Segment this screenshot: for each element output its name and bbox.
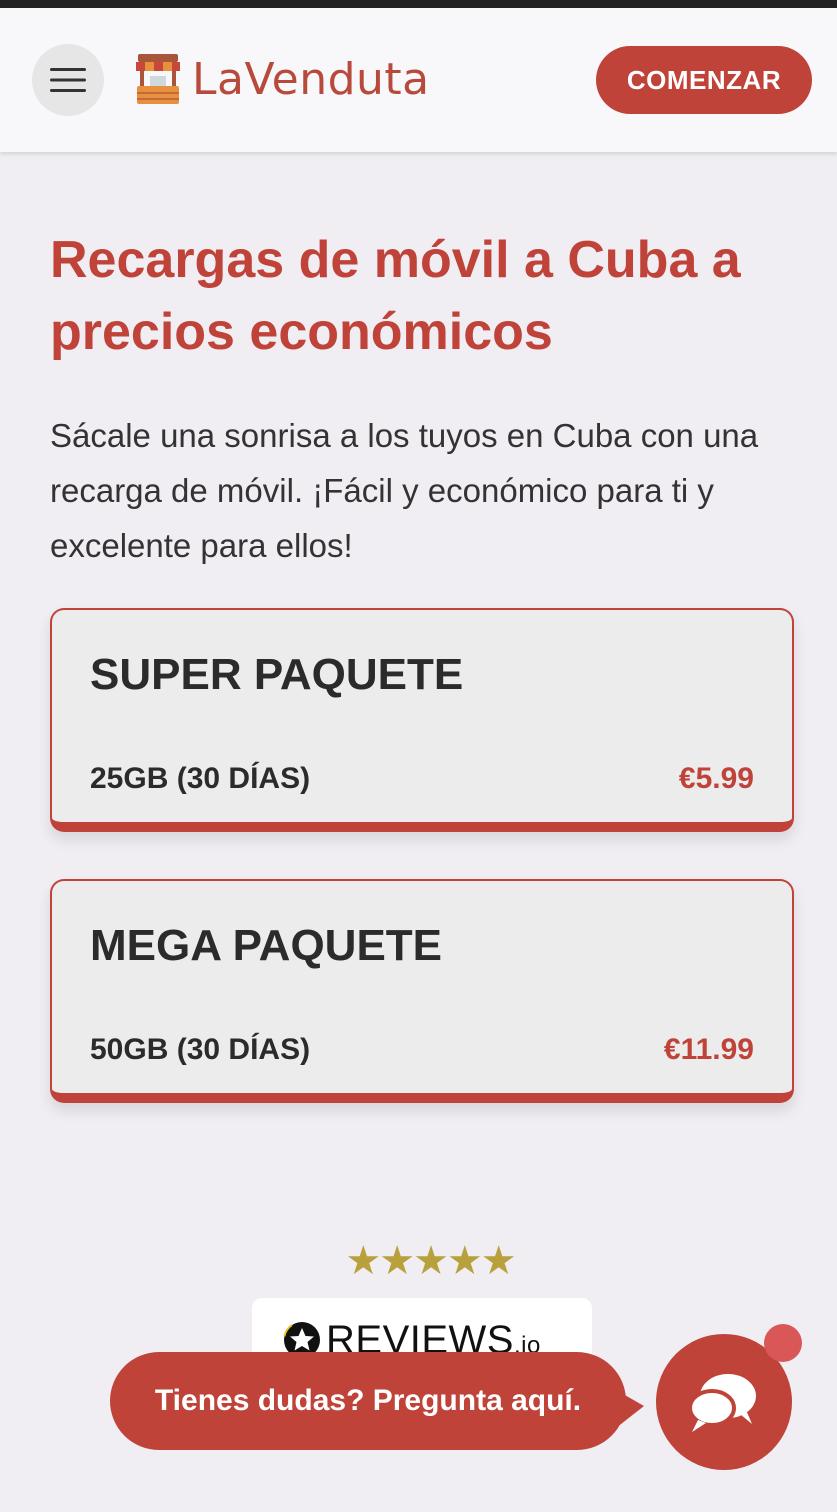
notification-dot bbox=[764, 1324, 802, 1362]
package-name: MEGA PAQUETE bbox=[90, 921, 443, 970]
brand-name: LaVenduta bbox=[192, 53, 430, 105]
start-button[interactable]: COMENZAR bbox=[596, 46, 812, 114]
site-header: LaVenduta COMENZAR bbox=[0, 8, 837, 152]
status-bar bbox=[0, 0, 837, 8]
package-price: €11.99 bbox=[663, 1033, 754, 1066]
brand-logo[interactable]: LaVenduta bbox=[134, 52, 430, 106]
package-card-super[interactable]: SUPER PAQUETE 25GB (30 DÍAS) €5.99 bbox=[50, 608, 794, 832]
chat-bubble-tail bbox=[616, 1390, 644, 1428]
page-title: Recargas de móvil a Cuba a precios econó… bbox=[50, 231, 741, 361]
chat-prompt-bubble[interactable]: Tienes dudas? Pregunta aquí. bbox=[110, 1352, 626, 1450]
menu-button[interactable] bbox=[32, 44, 104, 116]
chat-bubbles-icon bbox=[688, 1374, 756, 1432]
market-stall-icon bbox=[136, 54, 180, 104]
package-detail: 25GB (30 DÍAS) bbox=[90, 762, 311, 795]
package-price: €5.99 bbox=[678, 762, 754, 795]
package-name: SUPER PAQUETE bbox=[90, 650, 464, 699]
hamburger-menu-icon bbox=[50, 68, 86, 92]
package-card-mega[interactable]: MEGA PAQUETE 50GB (30 DÍAS) €11.99 bbox=[50, 879, 794, 1103]
package-detail: 50GB (30 DÍAS) bbox=[90, 1033, 311, 1066]
page-description: Sácale una sonrisa a los tuyos en Cuba c… bbox=[50, 417, 759, 564]
rating-stars: ★★★★★ bbox=[345, 1239, 516, 1283]
